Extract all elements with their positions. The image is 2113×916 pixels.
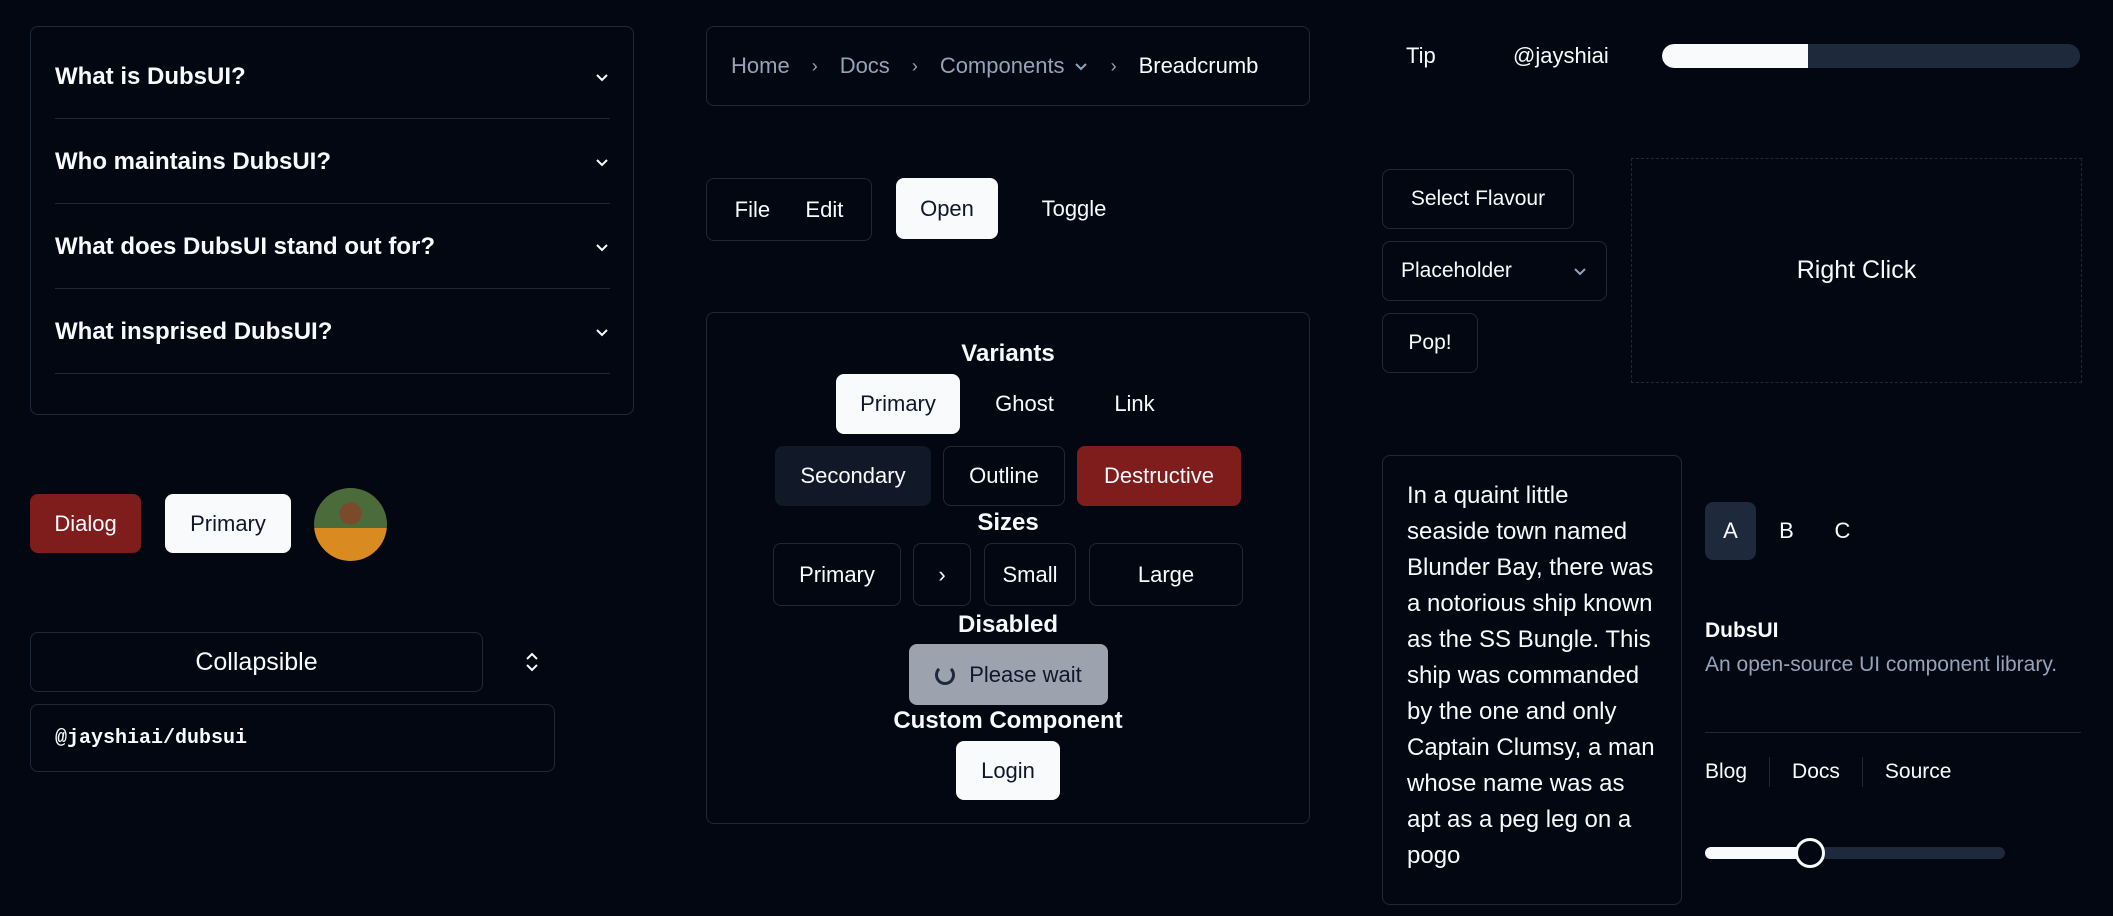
custom-component-title: Custom Component [893,707,1123,734]
variants-title: Variants [961,340,1055,367]
accordion-item-3[interactable]: What does DubsUI stand out for? [55,205,610,289]
variant-outline-button[interactable]: Outline [943,446,1065,506]
size-primary-button[interactable]: Primary [773,543,901,606]
progress-bar [1662,44,2080,68]
toggle-group-item-b[interactable]: B [1761,502,1812,560]
login-button[interactable]: Login [956,741,1060,800]
button-showcase-card: Variants Primary Ghost Link Secondary Ou… [706,312,1310,824]
story-textarea[interactable]: In a quaint little seaside town named Bl… [1382,455,1682,905]
separator [1861,757,1863,787]
accordion-item-4[interactable]: What insprised DubsUI? [55,290,610,374]
chevron-down-icon [596,73,608,81]
breadcrumb: Home › Docs › Components › Breadcrumb [706,26,1310,106]
accordion-item-label: What does DubsUI stand out for? [55,232,435,260]
breadcrumb-separator: › [1110,55,1117,76]
accordion-item-label: What insprised DubsUI? [55,317,333,345]
chevrons-up-down-icon[interactable] [522,650,542,674]
size-icon-button[interactable]: › [913,543,971,606]
sizes-title: Sizes [977,509,1039,536]
disabled-title: Disabled [957,611,1059,638]
hover-card-trigger[interactable]: @jayshiai [1513,43,1609,69]
accordion-item-2[interactable]: Who maintains DubsUI? [55,120,610,204]
breadcrumb-separator: › [811,55,818,76]
select-placeholder: Placeholder [1401,259,1512,282]
chevron-down-icon [596,158,608,166]
breadcrumb-separator: › [911,55,918,76]
progress-fill [1662,44,1809,68]
breadcrumb-current: Breadcrumb [1138,53,1259,78]
link-docs[interactable]: Docs [1792,760,1840,784]
accordion: What is DubsUI? Who maintains DubsUI? Wh… [30,26,634,415]
menu-file[interactable]: File [735,197,770,223]
primary-button[interactable]: Primary [165,494,291,553]
separator [1705,732,2081,733]
menu-edit[interactable]: Edit [805,197,843,223]
separator [1769,757,1771,787]
breadcrumb-docs[interactable]: Docs [840,53,890,79]
card-links: Blog Docs Source [1705,757,1951,787]
spinner-icon [935,664,956,685]
context-menu-area[interactable]: Right Click [1631,158,2082,383]
popover-button[interactable]: Pop! [1382,313,1478,373]
slider-thumb[interactable] [1795,838,1825,868]
please-wait-button: Please wait [909,644,1108,705]
select-flavour-button[interactable]: Select Flavour [1382,169,1574,229]
card-description: An open-source UI component library. [1705,653,2058,676]
collapsible-content: @jayshiai/dubsui [30,704,555,772]
card-title: DubsUI [1705,619,1779,642]
chevron-down-icon [596,328,608,336]
tip-trigger[interactable]: Tip [1406,43,1436,69]
toggle-button[interactable]: Toggle [1020,178,1128,239]
variant-secondary-button[interactable]: Secondary [775,446,931,506]
toggle-group-item-c[interactable]: C [1817,502,1868,560]
variant-link-button[interactable]: Link [1087,374,1182,434]
toggle-group-item-a[interactable]: A [1705,502,1756,560]
size-large-button[interactable]: Large [1089,543,1243,606]
accordion-item-label: Who maintains DubsUI? [55,147,331,175]
open-button[interactable]: Open [896,178,998,239]
collapsible-trigger[interactable]: Collapsible [30,632,483,692]
breadcrumb-home[interactable]: Home [731,53,790,79]
accordion-item-1[interactable]: What is DubsUI? [55,35,610,119]
variant-ghost-button[interactable]: Ghost [972,374,1077,434]
size-small-button[interactable]: Small [984,543,1076,606]
dialog-button[interactable]: Dialog [30,494,141,553]
link-source[interactable]: Source [1885,760,1952,784]
menubar: File Edit [706,178,872,241]
accordion-item-label: What is DubsUI? [55,62,246,90]
select-trigger[interactable]: Placeholder [1382,241,1607,301]
variant-destructive-button[interactable]: Destructive [1077,446,1241,506]
please-wait-label: Please wait [969,661,1082,687]
chevron-down-icon [596,243,608,251]
variant-primary-button[interactable]: Primary [836,374,960,434]
avatar [314,488,387,561]
chevron-down-icon[interactable] [1073,58,1089,74]
link-blog[interactable]: Blog [1705,760,1747,784]
breadcrumb-components[interactable]: Components [940,53,1065,79]
chevron-down-icon [1574,268,1586,276]
